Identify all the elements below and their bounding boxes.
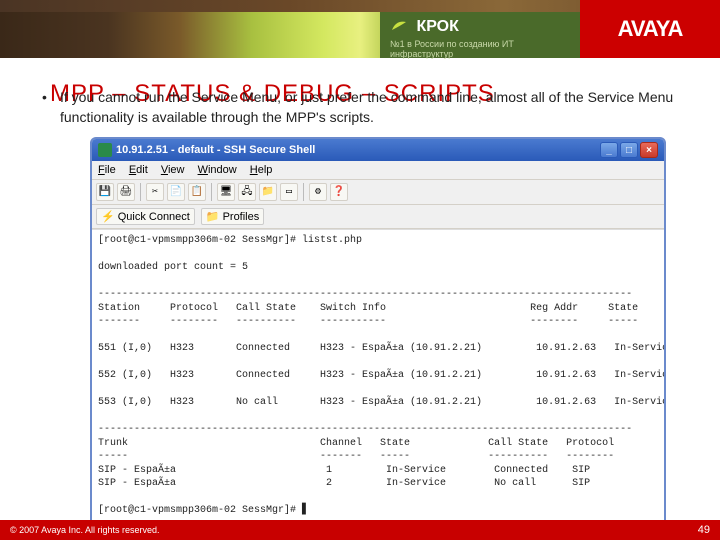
paste-icon[interactable]: 📋 [188,183,206,201]
leaf-icon [390,18,408,37]
ssh-window: 10.91.2.51 - default - SSH Secure Shell … [90,137,666,540]
app-icon [98,143,112,157]
toolbar-separator [303,183,304,201]
krok-box: КРОК №1 в России по созданию ИТ инфрастр… [380,12,580,58]
terminal-output[interactable]: [root@c1-vpmsmpp306m-02 SessMgr]# listst… [92,229,664,522]
help-icon[interactable]: ❓ [330,183,348,201]
quick-connect-button[interactable]: ⚡ Quick Connect [96,208,195,225]
logo-text: AVAYA [618,16,683,42]
toolbar-separator [211,183,212,201]
bullet-item: If you cannot run the Service Menu, or j… [42,88,678,127]
menu-edit[interactable]: Edit [129,164,148,176]
folder-icon: 📁 [206,210,220,223]
settings-icon[interactable]: ⚙ [309,183,327,201]
content: MPP – STATUS & DEBUG – SCRIPTS If you ca… [0,58,720,540]
profiles-button[interactable]: 📁 Profiles [201,208,264,225]
minimize-button[interactable]: _ [600,142,618,158]
terminal-icon[interactable]: ▭ [280,183,298,201]
copy-icon[interactable]: 📄 [167,183,185,201]
connect-icon[interactable]: 🖥 [217,183,235,201]
window-buttons: _ □ × [600,142,658,158]
ssh-titlebar[interactable]: 10.91.2.51 - default - SSH Secure Shell … [92,139,664,161]
profiles-label: Profiles [223,211,260,223]
menu-help[interactable]: Help [250,164,273,176]
bullet-list: If you cannot run the Service Menu, or j… [42,88,678,127]
print-icon[interactable]: 🖨 [117,183,135,201]
maximize-button[interactable]: □ [620,142,638,158]
banner: КРОК №1 в России по созданию ИТ инфрастр… [0,0,720,58]
cut-icon[interactable]: ✂ [146,183,164,201]
quick-connect-label: Quick Connect [118,211,190,223]
toolbar2: ⚡ Quick Connect 📁 Profiles [92,205,664,229]
menu-view[interactable]: View [161,164,185,176]
krok-name: КРОК [416,18,458,36]
logo-box: AVAYA [580,0,720,58]
save-icon[interactable]: 💾 [96,183,114,201]
lightning-icon: ⚡ [101,210,115,223]
footer: © 2007 Avaya Inc. All rights reserved. 4… [0,520,720,540]
toolbar: 💾 🖨 ✂ 📄 📋 🖥 🖧 📁 ▭ ⚙ ❓ [92,180,664,205]
menubar: File Edit View Window Help [92,161,664,180]
menu-window[interactable]: Window [198,164,237,176]
page-number: 49 [698,524,710,536]
copyright: © 2007 Avaya Inc. All rights reserved. [10,525,160,535]
toolbar-separator [140,183,141,201]
menu-file[interactable]: File [98,164,116,176]
disconnect-icon[interactable]: 🖧 [238,183,256,201]
folder-icon[interactable]: 📁 [259,183,277,201]
close-button[interactable]: × [640,142,658,158]
krok-tagline: №1 в России по созданию ИТ инфраструктур [390,39,570,59]
window-title: 10.91.2.51 - default - SSH Secure Shell [116,144,600,156]
